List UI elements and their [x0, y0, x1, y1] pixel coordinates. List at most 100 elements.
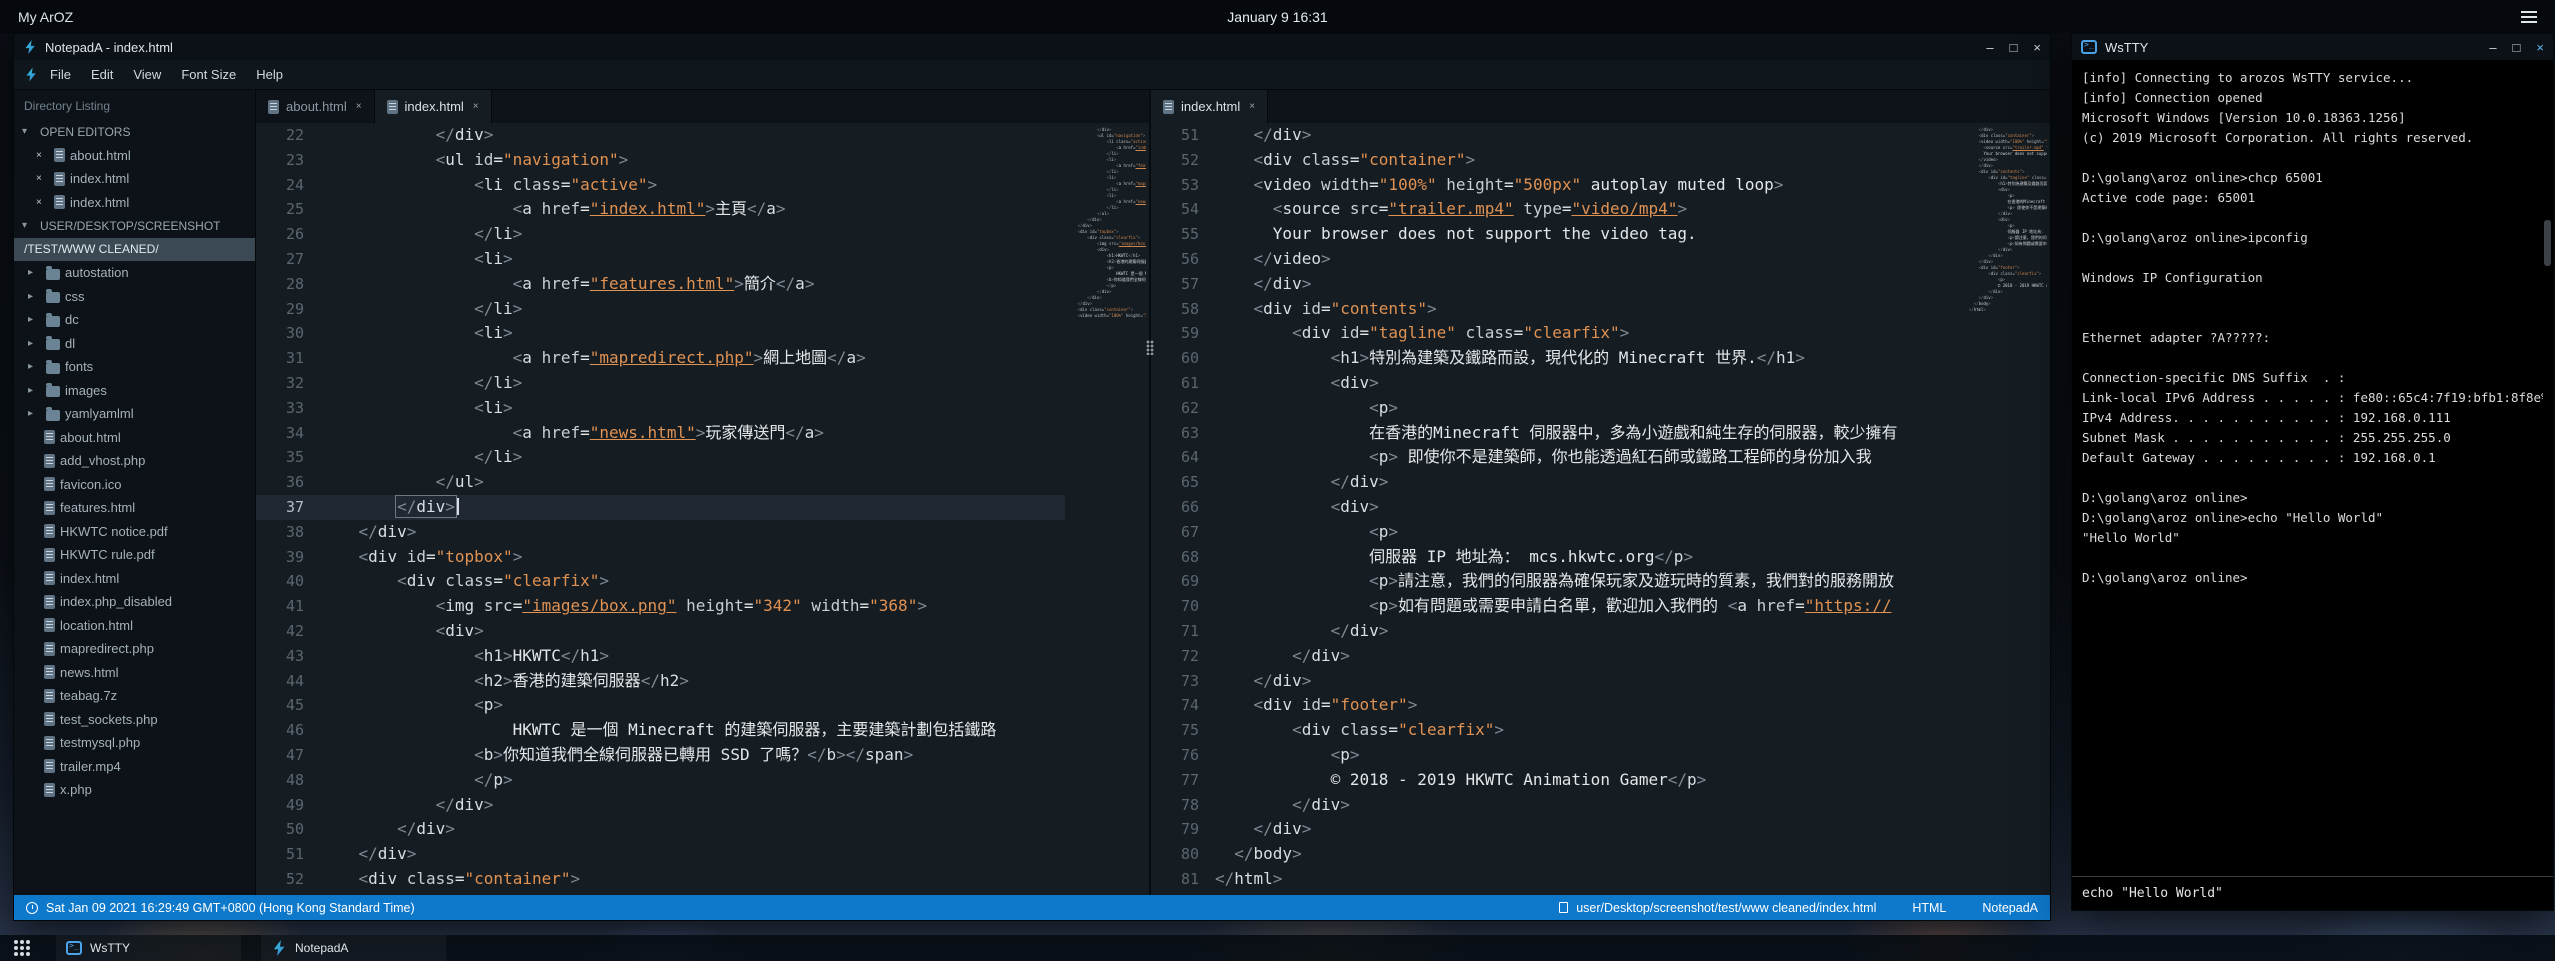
code-line[interactable]: 39 <div id="topbox">	[256, 545, 1065, 570]
tree-file[interactable]: add_vhost.php	[14, 449, 255, 473]
open-editor-item[interactable]: ×index.html	[14, 167, 255, 191]
tree-file[interactable]: test_sockets.php	[14, 708, 255, 732]
code-line[interactable]: 62 <p>	[1151, 396, 1966, 421]
editor-tab[interactable]: about.html×	[256, 90, 375, 123]
code-line[interactable]: 33 <li>	[256, 396, 1065, 421]
code-line[interactable]: 68 伺服器 IP 地址為： mcs.hkwtc.org</p>	[1151, 545, 1966, 570]
code-line[interactable]: 42 <div>	[256, 619, 1065, 644]
tree-file[interactable]: about.html	[14, 426, 255, 450]
code-line[interactable]: 48 </p>	[256, 768, 1065, 793]
code-line[interactable]: 61 <div>	[1151, 371, 1966, 396]
code-line[interactable]: 43 <h1>HKWTC</h1>	[256, 644, 1065, 669]
code-line[interactable]: 65 </div>	[1151, 470, 1966, 495]
code-line[interactable]: 23 <ul id="navigation">	[256, 148, 1065, 173]
notepad-titlebar[interactable]: NotepadA - index.html – □ ×	[14, 34, 2050, 60]
statusbar-language-mode[interactable]: HTML	[1912, 901, 1946, 915]
code-line[interactable]: 31 <a href="mapredirect.php">網上地圖</a>	[256, 346, 1065, 371]
tree-file[interactable]: teabag.7z	[14, 684, 255, 708]
close-tab-icon[interactable]: ×	[1249, 101, 1255, 112]
tree-file[interactable]: location.html	[14, 614, 255, 638]
taskbar-item-notepada[interactable]: NotepadA	[261, 935, 446, 961]
code-line[interactable]: 27 <li>	[256, 247, 1065, 272]
close-icon[interactable]: ×	[36, 197, 49, 208]
menu-file[interactable]: File	[40, 63, 81, 86]
code-line[interactable]: 72 </div>	[1151, 644, 1966, 669]
editor-tab[interactable]: index.html×	[1151, 90, 1268, 123]
tree-file[interactable]: index.php_disabled	[14, 590, 255, 614]
menu-icon[interactable]	[2521, 11, 2537, 23]
tree-file[interactable]: mapredirect.php	[14, 637, 255, 661]
code-line[interactable]: 26 </li>	[256, 222, 1065, 247]
code-line[interactable]: 46 HKWTC 是一個 Minecraft 的建築伺服器，主要建築計劃包括鐵路	[256, 718, 1065, 743]
tree-folder[interactable]: ▸dl	[14, 332, 255, 356]
open-editor-item[interactable]: ×index.html	[14, 191, 255, 215]
left-code[interactable]: 22 </div>23 <ul id="navigation">24 <li c…	[256, 123, 1065, 895]
code-line[interactable]: 45 <p>	[256, 693, 1065, 718]
tree-file[interactable]: HKWTC rule.pdf	[14, 543, 255, 567]
minimize-icon[interactable]: –	[2489, 41, 2496, 54]
menu-edit[interactable]: Edit	[81, 63, 123, 86]
open-editors-section[interactable]: ▾ OPEN EDITORS	[14, 120, 255, 144]
code-line[interactable]: 24 <li class="active">	[256, 173, 1065, 198]
root-folder-node[interactable]: ▾ USER/DESKTOP/SCREENSHOT	[14, 214, 255, 238]
tree-file[interactable]: trailer.mp4	[14, 755, 255, 779]
code-line[interactable]: 36 </ul>	[256, 470, 1065, 495]
menu-view[interactable]: View	[123, 63, 171, 86]
code-line[interactable]: 74 <div id="footer">	[1151, 693, 1966, 718]
tree-file[interactable]: x.php	[14, 778, 255, 802]
host-name[interactable]: My ArOZ	[18, 9, 73, 25]
code-line[interactable]: 32 </li>	[256, 371, 1065, 396]
close-icon[interactable]: ×	[2536, 41, 2544, 54]
code-line[interactable]: 56 </video>	[1151, 247, 1966, 272]
code-line[interactable]: 52 <div class="container">	[1151, 148, 1966, 173]
tree-folder[interactable]: ▸yamlyamlml	[14, 402, 255, 426]
code-line[interactable]: 35 </li>	[256, 445, 1065, 470]
tree-folder[interactable]: ▸images	[14, 379, 255, 403]
maximize-icon[interactable]: □	[2010, 41, 2018, 54]
code-line[interactable]: 49 </div>	[256, 793, 1065, 818]
code-line[interactable]: 53 <video width="100%" height="500px" au…	[256, 892, 1065, 895]
statusbar-filepath[interactable]: user/Desktop/screenshot/test/www cleaned…	[1576, 901, 1876, 915]
left-minimap[interactable]: </div> <ul id="navigation"> <li class="a…	[1065, 123, 1149, 895]
close-tab-icon[interactable]: ×	[473, 101, 479, 112]
code-line[interactable]: 58 <div id="contents">	[1151, 297, 1966, 322]
right-code-area[interactable]: 51 </div>52 <div class="container">53 <v…	[1151, 123, 2050, 895]
tree-folder[interactable]: ▸dc	[14, 308, 255, 332]
close-tab-icon[interactable]: ×	[356, 101, 362, 112]
code-line[interactable]: 41 <img src="images/box.png" height="342…	[256, 594, 1065, 619]
start-button[interactable]	[6, 935, 36, 961]
tree-folder[interactable]: ▸css	[14, 285, 255, 309]
maximize-icon[interactable]: □	[2513, 41, 2521, 54]
code-line[interactable]: 79 </div>	[1151, 817, 1966, 842]
code-line[interactable]: 40 <div class="clearfix">	[256, 569, 1065, 594]
tree-file[interactable]: favicon.ico	[14, 473, 255, 497]
terminal-scrollbar[interactable]	[2544, 220, 2551, 266]
left-code-area[interactable]: 22 </div>23 <ul id="navigation">24 <li c…	[256, 123, 1149, 895]
code-line[interactable]: 30 <li>	[256, 321, 1065, 346]
tree-file[interactable]: HKWTC notice.pdf	[14, 520, 255, 544]
close-icon[interactable]: ×	[36, 173, 49, 184]
code-line[interactable]: 81</html>	[1151, 867, 1966, 892]
code-line[interactable]: 64 <p> 即使你不是建築師，你也能透過紅石師或鐵路工程師的身份加入我	[1151, 445, 1966, 470]
code-line[interactable]: 29 </li>	[256, 297, 1065, 322]
code-line[interactable]: 71 </div>	[1151, 619, 1966, 644]
code-line[interactable]: 38 </div>	[256, 520, 1065, 545]
menu-help[interactable]: Help	[246, 63, 293, 86]
code-line[interactable]: 73 </div>	[1151, 669, 1966, 694]
code-line[interactable]: 59 <div id="tagline" class="clearfix">	[1151, 321, 1966, 346]
code-line[interactable]: 54 <source src="trailer.mp4" type="video…	[1151, 197, 1966, 222]
code-line[interactable]: 60 <h1>特別為建築及鐵路而設，現代化的 Minecraft 世界.</h1…	[1151, 346, 1966, 371]
code-line[interactable]: 50 </div>	[256, 817, 1065, 842]
code-line[interactable]: 53 <video width="100%" height="500px" au…	[1151, 173, 1966, 198]
code-line[interactable]: 25 <a href="index.html">主頁</a>	[256, 197, 1065, 222]
code-line[interactable]: 67 <p>	[1151, 520, 1966, 545]
tree-file[interactable]: index.html	[14, 567, 255, 591]
code-line[interactable]: 57 </div>	[1151, 272, 1966, 297]
code-line[interactable]: 80 </body>	[1151, 842, 1966, 867]
close-icon[interactable]: ×	[36, 150, 49, 161]
code-line[interactable]: 52 <div class="container">	[256, 867, 1065, 892]
tree-file[interactable]: features.html	[14, 496, 255, 520]
close-icon[interactable]: ×	[2033, 41, 2041, 54]
right-code[interactable]: 51 </div>52 <div class="container">53 <v…	[1151, 123, 1966, 895]
open-editor-item[interactable]: ×about.html	[14, 144, 255, 168]
